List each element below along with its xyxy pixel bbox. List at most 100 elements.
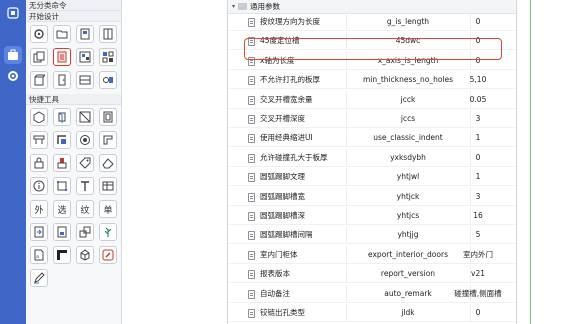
rail-home-button[interactable]: [4, 4, 22, 22]
property-value[interactable]: 0.05: [442, 95, 514, 104]
rail-settings-button[interactable]: [4, 67, 22, 85]
property-row[interactable]: 圆弧踢脚槽宽 yhtjck 3: [228, 187, 516, 206]
property-row[interactable]: 圆弧踢脚槽深 yhtjcs 16: [228, 207, 516, 225]
property-value[interactable]: 0: [442, 308, 514, 317]
tool-char-1[interactable]: 选: [53, 200, 71, 218]
property-value[interactable]: v21: [442, 269, 514, 278]
property-row[interactable]: 圆弧踢脚文理 yhtjwl 1: [228, 168, 516, 187]
tool-info[interactable]: [30, 177, 48, 195]
property-value[interactable]: 5: [442, 230, 514, 239]
document-icon: [248, 289, 255, 299]
tool-stack[interactable]: [76, 223, 94, 241]
tool-brush[interactable]: [53, 154, 71, 172]
stack-icon: [79, 226, 91, 238]
tool-edge[interactable]: [53, 131, 71, 149]
section-start-design[interactable]: 开始设计: [26, 11, 121, 22]
text-icon: [81, 181, 89, 191]
rotate-box-icon: [58, 112, 66, 123]
property-row[interactable]: 铰链出孔类型 jldk 0: [228, 304, 516, 322]
property-row[interactable]: 交叉开槽深度 jccs 3: [228, 110, 516, 128]
property-row[interactable]: 圆弧踢脚槽间隔 yhtjjg 5: [228, 226, 516, 245]
tool-nodes[interactable]: [53, 177, 71, 195]
tool-eraser[interactable]: [99, 154, 117, 172]
property-row[interactable]: 室内门柜体 export_interior_doors 室内外门: [228, 245, 516, 264]
document-icon: [248, 250, 255, 260]
property-name: 报表版本: [260, 269, 290, 279]
tool-layout[interactable]: [76, 48, 94, 66]
tool-link[interactable]: [99, 246, 117, 264]
tag-icon: [79, 157, 91, 169]
tool-char-label: 单: [103, 205, 113, 216]
tool-split[interactable]: [76, 108, 94, 126]
tool-shelf[interactable]: [30, 131, 48, 149]
tool-export[interactable]: [53, 223, 71, 241]
tool-char-label: 纹: [80, 205, 90, 216]
property-row[interactable]: 不允许打孔的板厚 min_thickness_no_holes 5,10: [228, 71, 516, 90]
grid-icon: [102, 51, 114, 63]
property-row[interactable]: 按纹理方向为长度 g_is_length 0: [228, 13, 516, 31]
tool-3d-box[interactable]: [76, 246, 94, 264]
property-row[interactable]: 自动备注 auto_remark 碰撞槽,侧面槽: [228, 284, 516, 303]
tool-cube[interactable]: [30, 108, 48, 126]
profile-icon: [103, 135, 113, 145]
home-icon: [7, 7, 19, 19]
tool-char-0[interactable]: 外: [30, 200, 48, 218]
property-group-header[interactable]: ▾ 通用参数: [228, 0, 516, 14]
tool-drawer[interactable]: [76, 71, 94, 89]
tool-lock[interactable]: [30, 154, 48, 172]
hole-icon: [80, 135, 90, 145]
tool-door[interactable]: [53, 71, 71, 89]
property-row[interactable]: 允许碰撞孔大于板厚 yxksdybh 0: [228, 148, 516, 167]
tool-list-selected[interactable]: [53, 48, 71, 66]
gear-icon: [8, 71, 18, 81]
tool-pen[interactable]: [30, 269, 48, 287]
tool-panel[interactable]: [76, 25, 94, 43]
start-design-tools: [26, 22, 121, 92]
tool-table[interactable]: [99, 177, 117, 195]
tool-cabinet[interactable]: [99, 25, 117, 43]
tool-char-2[interactable]: 纹: [76, 200, 94, 218]
property-value[interactable]: 16: [442, 211, 514, 220]
tool-document[interactable]: a: [30, 246, 48, 264]
property-value[interactable]: 0: [442, 153, 514, 162]
list-icon: [57, 51, 67, 63]
collapse-caret-icon[interactable]: ▾: [232, 3, 235, 10]
tool-wheat[interactable]: [99, 223, 117, 241]
shelf-icon: [33, 135, 45, 144]
property-row[interactable]: 使用经典缩进UI use_classic_indent 1: [228, 129, 516, 148]
property-value[interactable]: 0: [442, 17, 514, 26]
section-unclassified[interactable]: 无分类命令: [26, 0, 121, 11]
tool-tag[interactable]: [76, 154, 94, 172]
gear-icon: [34, 29, 44, 39]
tool-hardware[interactable]: [99, 71, 117, 89]
property-value[interactable]: 3: [442, 114, 514, 123]
property-value[interactable]: 碰撞槽,侧面槽: [442, 288, 514, 299]
property-value[interactable]: 室内外门: [442, 249, 514, 260]
tool-folder[interactable]: [53, 25, 71, 43]
rail-toolbox-button[interactable]: [4, 46, 22, 64]
panel-icon: [80, 28, 90, 40]
tool-profile[interactable]: [99, 131, 117, 149]
property-row[interactable]: 交叉开槽宽余量 jcck 0.05: [228, 90, 516, 109]
document-icon: [248, 134, 255, 144]
tool-hole[interactable]: [76, 131, 94, 149]
tool-rotate-box[interactable]: [53, 108, 71, 126]
tool-settings[interactable]: [30, 25, 48, 43]
tool-grid[interactable]: [99, 48, 117, 66]
property-value[interactable]: 1: [442, 172, 514, 181]
property-value[interactable]: 5,10: [442, 75, 514, 84]
tool-text[interactable]: [76, 177, 94, 195]
property-value[interactable]: 3: [442, 192, 514, 201]
tool-frame[interactable]: [99, 108, 117, 126]
property-row[interactable]: 报表版本 report_version v21: [228, 265, 516, 284]
tool-import[interactable]: [30, 223, 48, 241]
tool-copy[interactable]: [30, 48, 48, 66]
document-icon: [248, 95, 255, 105]
tool-corner[interactable]: [53, 246, 71, 264]
tool-box[interactable]: [30, 71, 48, 89]
property-name: 圆弧踢脚槽深: [260, 211, 305, 220]
section-quick-tools[interactable]: 快捷工具: [26, 94, 121, 105]
property-value[interactable]: 1: [442, 133, 514, 142]
3d-box-icon: [80, 249, 90, 261]
tool-char-3[interactable]: 单: [99, 200, 117, 218]
